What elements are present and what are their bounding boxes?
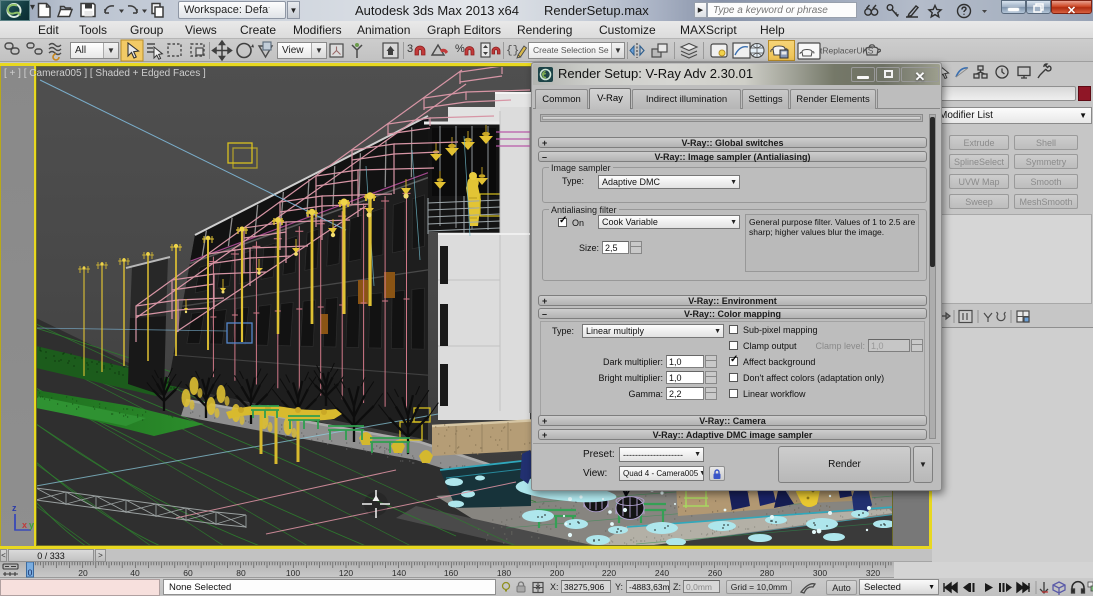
svg-text:{}: {} [506, 45, 519, 57]
svg-text:0: 0 [28, 568, 33, 578]
svg-text:40: 40 [130, 568, 140, 578]
svg-text:3: 3 [407, 43, 413, 55]
svg-text:280: 280 [760, 568, 774, 578]
svg-text:300: 300 [813, 568, 827, 578]
svg-text:60: 60 [183, 568, 193, 578]
svg-text:20: 20 [78, 568, 88, 578]
svg-text:120: 120 [339, 568, 353, 578]
svg-text:80: 80 [236, 568, 246, 578]
svg-text:100: 100 [286, 568, 300, 578]
svg-text:320: 320 [866, 568, 880, 578]
svg-text:180: 180 [497, 568, 511, 578]
svg-text:260: 260 [708, 568, 722, 578]
svg-text:240: 240 [655, 568, 669, 578]
svg-text:140: 140 [392, 568, 406, 578]
svg-text:%: % [455, 43, 465, 55]
svg-text:200: 200 [550, 568, 564, 578]
svg-text:x: x [22, 520, 27, 530]
svg-text:220: 220 [602, 568, 616, 578]
svg-text:z: z [12, 503, 17, 513]
svg-text:160: 160 [444, 568, 458, 578]
